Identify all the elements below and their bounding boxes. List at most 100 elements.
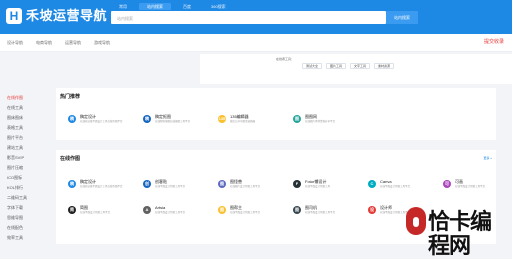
pic-icon: 图 [293,115,301,123]
sidebar-item[interactable]: 表格工具 [7,125,23,130]
search-input[interactable]: 站内搜索 [111,11,386,24]
tool-desc: 在线平面设计作图工具 [305,185,331,188]
tool-card[interactable]: 简简图 在线平面设计作图工具平台 [68,204,138,222]
nav-game[interactable]: 游戏导航 [94,40,110,45]
tool-name: 图帮主 [230,205,242,210]
hot-title: 热门推荐 [60,94,81,100]
mojing-icon: 设 [368,206,376,214]
search-tabs: 常用 站内搜索 百度 360搜索 [111,3,234,10]
submit-link[interactable]: 提交收录 [484,39,504,45]
filter-box: 在线者工具： 测试大全 图片工具 文字工具 素材资源 [200,54,512,84]
nav-ecommerce[interactable]: 电商导航 [36,40,52,45]
tab-baidu[interactable]: 百度 [175,3,199,10]
tool-name: 稿定抠图 [155,114,171,119]
tool-desc: 在线图片素材资源分享平台 [305,120,336,123]
tool-card[interactable]: 图图帮主 在线平面设计作图工具平台 [218,204,288,222]
filter-chip[interactable]: 图片工具 [326,63,347,69]
logo-icon[interactable]: H [6,8,22,24]
tool-name: 图司机 [305,205,317,210]
tool-name: 稿定设计 [80,179,96,184]
sidebar-item[interactable]: 图片平台 [7,135,23,140]
canva-icon: C [368,180,376,188]
tool-card[interactable]: A Artsia 在线平面设计作图工具平台 [143,204,213,222]
tool-desc: 微信公众号图文编辑器 [230,120,256,123]
watermark-icon [406,207,426,235]
tool-desc: 在线平面设计作图工具平台 [305,211,336,214]
tool-name: Artsia [155,205,166,210]
sidebar: 在线作图 在线工具 图床图床 表格工具 图片平台 建站工具 影音SVIP 图片压… [0,86,44,244]
tuyitu-icon: 图 [293,206,301,214]
design-icon: 创 [143,180,151,188]
fotor-icon: F [293,180,301,188]
sidebar-item[interactable]: 在线配色 [7,225,23,230]
tool-card[interactable]: 稿稿定设计 在线商业级平面设计工具在线作图平台 [68,178,138,196]
tool-card[interactable]: 图图司机 在线平面设计作图工具平台 [293,204,363,222]
tool-desc: 在线平面设计作图工具平台 [155,185,186,188]
tool-card[interactable]: 稿稿定设计 在线商业级平面设计工具在线作图平台 [68,113,138,131]
sidebar-item[interactable]: 效率工具 [7,235,23,240]
top-nav: 设计导航 电商导航 运营导航 游戏导航 提交收录 [0,34,512,52]
artsia-icon: A [143,206,151,214]
tool-card[interactable]: 图图怪兽 在线图片设计作图工具平台 [218,178,288,196]
sidebar-item[interactable]: KOL排行 [7,185,23,190]
tuyu-icon: 图 [218,206,226,214]
tool-card[interactable]: 图图图网 在线图片素材资源分享平台 [293,113,363,131]
logo-icon: 稿 [143,115,151,123]
tool-card[interactable]: 创创客贴 在线平面设计作图工具平台 [143,178,213,196]
tool-desc: 在线平面设计作图工具平台 [380,185,411,188]
filter-chip[interactable]: 文字工具 [350,63,371,69]
tool-card[interactable]: F Fotor懒设计 在线平面设计作图工具 [293,178,363,196]
sidebar-item[interactable]: 建站工具 [7,145,23,150]
filter-chip[interactable]: 测试大全 [302,63,323,69]
tab-360[interactable]: 360搜索 [203,3,234,10]
tab-common[interactable]: 常用 [111,3,135,10]
nav-operations[interactable]: 运营导航 [65,40,81,45]
sidebar-item[interactable]: 在线作图 [7,95,23,100]
pinxi-icon: 简 [68,206,76,214]
tab-site-search[interactable]: 站内搜索 [139,3,171,10]
filter-chip[interactable]: 素材资源 [374,63,395,69]
editor-icon: 135 [218,115,226,123]
filter-label: 在线者工具： [276,57,295,61]
sidebar-item[interactable]: 二维码工具 [7,195,27,200]
sidebar-item[interactable]: 在线工具 [7,105,23,110]
sidebar-item[interactable]: 图片压缩 [7,165,23,170]
online-title: 在线作图 [60,156,81,162]
site-logo-text[interactable]: 禾坡运营导航 [26,8,107,24]
search-button[interactable]: 站内搜索 [386,11,418,24]
tool-card[interactable]: 稿稿定抠图 在线智能抠图在线抠图工具平台 [143,113,213,131]
sidebar-item[interactable]: 字体下载 [7,205,23,210]
tool-desc: 在线平面设计作图工具平台 [80,211,111,214]
tool-name: 图怪兽 [230,179,242,184]
more-link[interactable]: 更多 » [483,156,492,160]
sidebar-item[interactable]: 思维导图 [7,215,23,220]
watermark-text: 恰卡编程网 [428,209,492,259]
tool-name: 可画 [455,179,463,184]
sidebar-item[interactable]: 图床图床 [7,115,23,120]
canvas-icon: 图 [218,180,226,188]
tool-name: 图图网 [305,114,317,119]
tool-name: 135编辑器 [230,114,249,119]
watermark: 恰卡编程网 [406,205,506,258]
tool-name: Fotor懒设计 [305,179,327,184]
gaoding-icon: 可 [443,180,451,188]
tool-name: Canva [380,179,392,184]
top-header: H 禾坡运营导航 常用 站内搜索 百度 360搜索 站内搜索 站内搜索 [0,0,512,34]
tool-desc: 在线平面设计作图工具平台 [455,185,486,188]
tool-desc: 在线商业级平面设计工具在线作图平台 [80,120,123,123]
tool-name: 创客贴 [155,179,167,184]
tool-name: 稿定设计 [80,114,96,119]
tool-name: 设计师 [380,205,392,210]
creative-logo-icon: 稿 [68,180,76,188]
tool-card[interactable]: 可可画 在线平面设计作图工具平台 [443,178,512,196]
sidebar-item[interactable]: ICO图标 [7,175,22,180]
tool-desc: 在线平面设计作图工具平台 [155,211,186,214]
tool-card[interactable]: 135 135编辑器 微信公众号图文编辑器 [218,113,288,131]
hot-panel: 热门推荐 稿稿定设计 在线商业级平面设计工具在线作图平台稿稿定抠图 在线智能抠图在线… [56,88,496,140]
sidebar-item[interactable]: 影音SVIP [7,155,24,160]
creative-logo-icon: 稿 [68,115,76,123]
tool-desc: 在线智能抠图在线抠图工具平台 [155,120,191,123]
nav-design[interactable]: 设计导航 [7,40,23,45]
tool-desc: 在线平面设计作图工具平台 [230,211,261,214]
tool-card[interactable]: C Canva 在线平面设计作图工具平台 [368,178,438,196]
